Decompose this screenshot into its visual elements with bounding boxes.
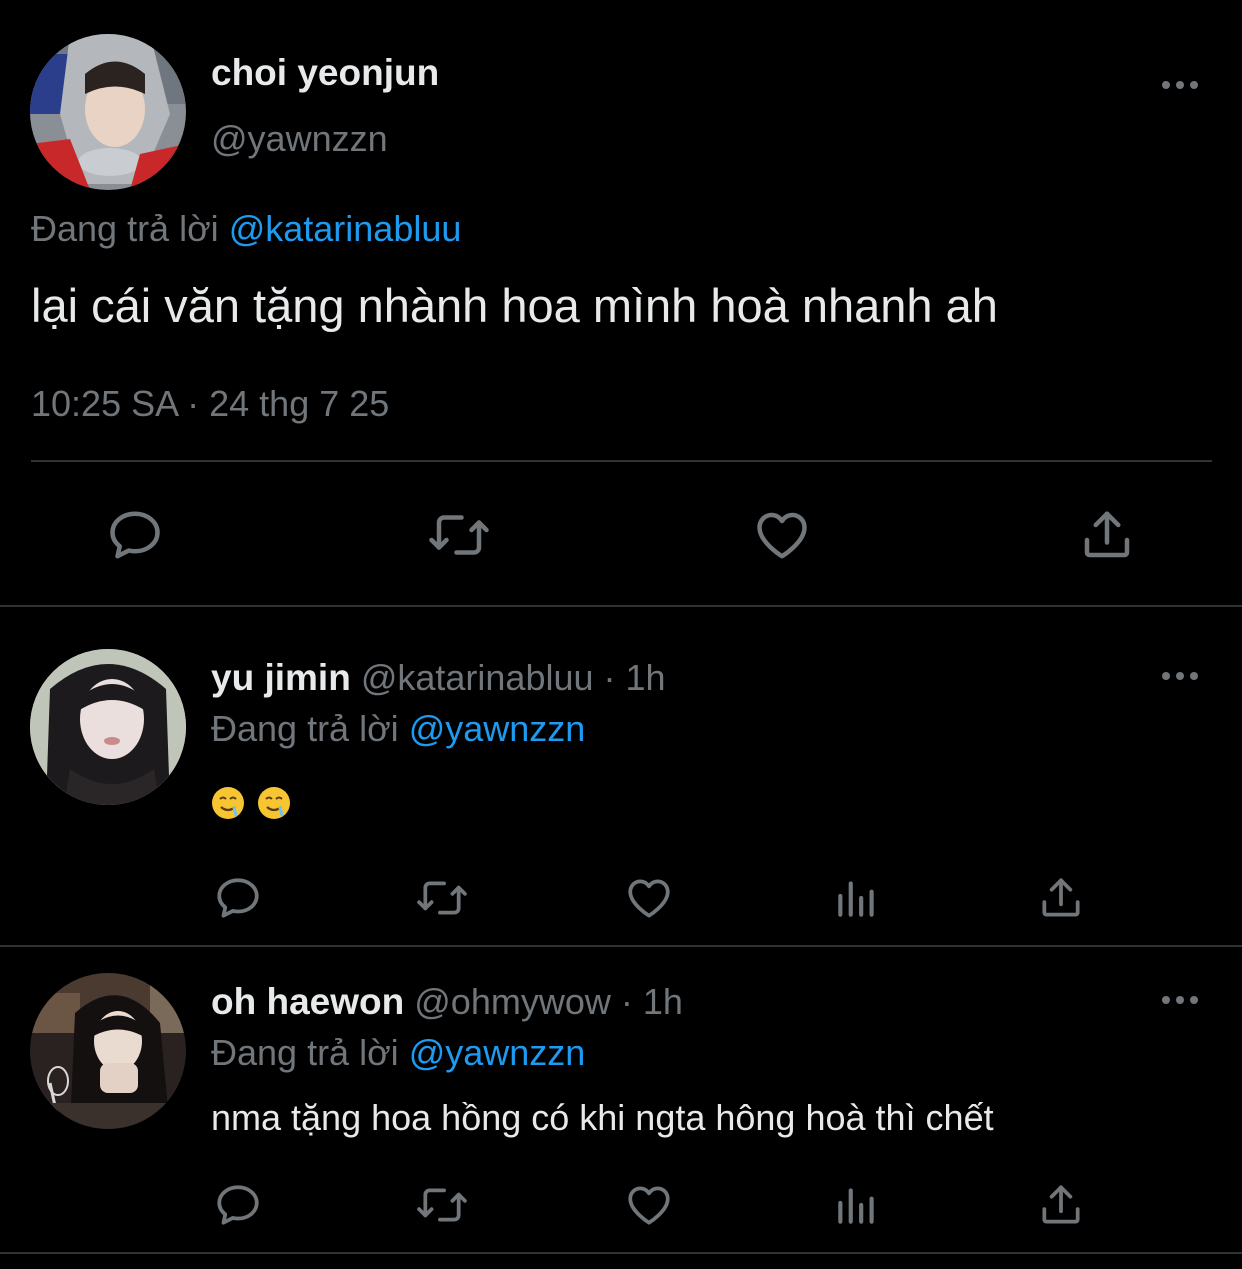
retweet-icon[interactable] xyxy=(425,505,493,565)
section-divider xyxy=(0,1252,1242,1254)
avatar-oh-haewon[interactable] xyxy=(30,973,186,1129)
retweet-icon[interactable] xyxy=(414,1180,470,1230)
replying-to: Đang trả lời @yawnzzn xyxy=(211,708,585,750)
display-name[interactable]: oh haewon xyxy=(211,981,404,1022)
reply-time[interactable]: · 1h xyxy=(621,981,683,1022)
views-icon[interactable] xyxy=(832,1180,882,1230)
more-icon[interactable] xyxy=(1160,664,1200,688)
replying-to: Đang trả lời @yawnzzn xyxy=(211,1032,585,1074)
drooling-face-emoji xyxy=(257,786,291,820)
reply-time[interactable]: · 1h xyxy=(604,657,666,698)
display-name[interactable]: choi yeonjun xyxy=(211,52,439,94)
like-icon[interactable] xyxy=(624,873,674,923)
avatar-choi-yeonjun[interactable] xyxy=(30,34,186,190)
replying-to-link[interactable]: @katarinabluu xyxy=(229,208,462,249)
reply-header: yu jimin @katarinabluu · 1h xyxy=(211,657,666,699)
replying-to-label: Đang trả lời xyxy=(31,208,219,249)
section-divider xyxy=(0,605,1242,607)
tweet-text: lại cái văn tặng nhành hoa mình hoà nhan… xyxy=(31,279,998,332)
more-icon[interactable] xyxy=(1160,988,1200,1012)
retweet-icon[interactable] xyxy=(414,873,470,923)
replying-to-label: Đang trả lời xyxy=(211,708,399,749)
replying-to: Đang trả lời @katarinabluu xyxy=(31,208,461,250)
more-icon[interactable] xyxy=(1160,73,1200,97)
share-icon[interactable] xyxy=(1036,1180,1086,1230)
reply-text: nma tặng hoa hồng có khi ngta hông hoà t… xyxy=(211,1097,994,1138)
section-divider xyxy=(0,945,1242,947)
like-icon[interactable] xyxy=(624,1180,674,1230)
user-handle[interactable]: @katarinabluu xyxy=(361,657,594,698)
share-icon[interactable] xyxy=(1036,873,1086,923)
drooling-face-emoji xyxy=(211,786,245,820)
share-icon[interactable] xyxy=(1077,505,1137,565)
replying-to-label: Đang trả lời xyxy=(211,1032,399,1073)
avatar-yu-jimin[interactable] xyxy=(30,649,186,805)
reply-header: oh haewon @ohmywow · 1h xyxy=(211,981,683,1023)
replying-to-link[interactable]: @yawnzzn xyxy=(409,1032,586,1073)
timestamp-divider xyxy=(31,460,1212,462)
reply-icon[interactable] xyxy=(213,1180,263,1230)
reply-icon[interactable] xyxy=(105,505,165,565)
views-icon[interactable] xyxy=(832,873,882,923)
reply-icon[interactable] xyxy=(213,873,263,923)
tweet-timestamp[interactable]: 10:25 SA · 24 thg 7 25 xyxy=(31,383,389,425)
user-handle[interactable]: @ohmywow xyxy=(414,981,611,1022)
reply-emoji-text xyxy=(211,786,303,825)
like-icon[interactable] xyxy=(752,505,812,565)
replying-to-link[interactable]: @yawnzzn xyxy=(409,708,586,749)
display-name[interactable]: yu jimin xyxy=(211,657,351,698)
user-handle[interactable]: @yawnzzn xyxy=(211,118,388,160)
